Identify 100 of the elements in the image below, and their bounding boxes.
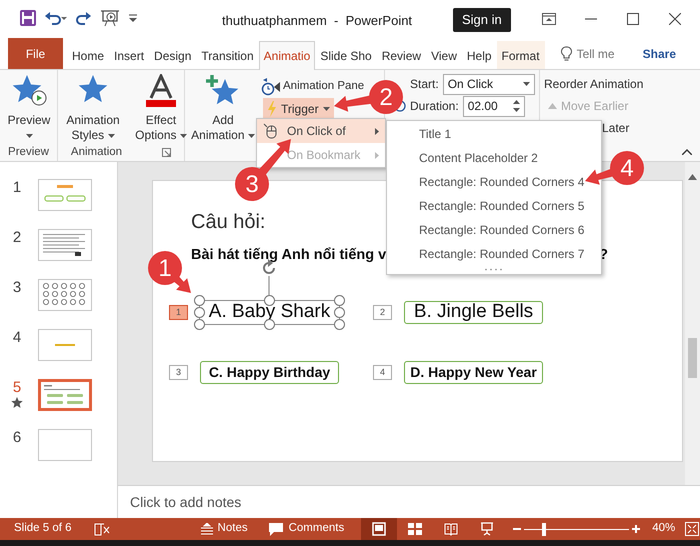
tell-me-search[interactable]: Tell me bbox=[554, 38, 621, 69]
comment-icon bbox=[268, 522, 284, 536]
redo-icon bbox=[76, 10, 92, 26]
mouse-icon bbox=[263, 123, 277, 139]
slide-thumbnail[interactable] bbox=[38, 379, 92, 411]
window-title: thuthuatphanmem - PowerPoint bbox=[222, 12, 412, 30]
lightning-icon bbox=[267, 101, 277, 117]
zoom-level[interactable]: 40% bbox=[652, 520, 676, 538]
animation-order-tag[interactable]: 1 bbox=[169, 304, 188, 320]
slide-number: 2 bbox=[12, 229, 22, 247]
menu-item[interactable]: Rectangle: Rounded Corners 5 bbox=[387, 194, 601, 218]
save-icon bbox=[20, 10, 36, 26]
undo-button[interactable] bbox=[44, 10, 68, 26]
animation-pane-icon bbox=[261, 78, 281, 96]
ribbon-tab[interactable]: Home bbox=[67, 41, 110, 69]
undo-icon bbox=[44, 10, 68, 26]
star-play-icon bbox=[11, 74, 47, 108]
group-label: Animation bbox=[70, 144, 122, 160]
answer-box[interactable]: A. Baby Shark bbox=[194, 294, 345, 330]
scrollbar-thumb[interactable] bbox=[688, 338, 697, 378]
slide-number: 4 bbox=[12, 329, 22, 347]
ribbon-tab[interactable]: View bbox=[426, 41, 462, 69]
menu-item[interactable]: On Click of bbox=[257, 119, 385, 143]
file-tab[interactable]: File bbox=[8, 38, 63, 69]
slide-number: 6 bbox=[12, 429, 22, 447]
share-button[interactable]: Share bbox=[636, 38, 682, 69]
start-dropdown[interactable]: On Click bbox=[442, 74, 535, 94]
animation-pane-button[interactable]: Animation Pane bbox=[259, 76, 366, 98]
submenu-arrow-icon bbox=[375, 152, 379, 158]
slide-counter: Slide 5 of 6 bbox=[14, 521, 72, 536]
presenter-view-button[interactable] bbox=[100, 9, 120, 27]
ribbon-tab[interactable]: Design bbox=[149, 41, 196, 69]
answer-box[interactable]: C. Happy Birthday bbox=[200, 360, 339, 384]
slide-thumbnail[interactable] bbox=[38, 229, 92, 261]
grid-icon bbox=[408, 522, 422, 536]
slide-thumbnail[interactable] bbox=[38, 179, 92, 211]
normal-view-icon bbox=[372, 522, 386, 536]
fit-to-window-icon[interactable] bbox=[685, 522, 700, 536]
slide-title: Câu hỏi: bbox=[191, 210, 266, 235]
collapse-ribbon-icon[interactable] bbox=[682, 149, 692, 155]
notes-placeholder[interactable]: Click to add notes bbox=[130, 494, 242, 510]
sign-in-button[interactable]: Sign in bbox=[453, 8, 511, 32]
duration-label: Duration: bbox=[410, 98, 459, 115]
group-label: Preview bbox=[8, 144, 49, 160]
answer-box[interactable]: B. Jingle Bells bbox=[404, 300, 543, 324]
ribbon-tab[interactable]: Insert bbox=[109, 41, 150, 69]
ribbon-tab[interactable]: Animatio bbox=[258, 41, 316, 70]
animation-order-tag[interactable]: 4 bbox=[373, 364, 392, 380]
ribbon-tab[interactable]: Help bbox=[462, 41, 497, 69]
ribbon-display-icon bbox=[542, 13, 556, 25]
question-text: Bài hát tiếng Anh nổi tiếng v bbox=[191, 246, 386, 265]
start-label: Start: bbox=[410, 76, 439, 93]
comments-button[interactable]: Comments bbox=[264, 518, 348, 540]
customize-toolbar-button[interactable] bbox=[128, 14, 138, 22]
spinner-arrows-icon bbox=[512, 99, 520, 113]
triangle-up-icon bbox=[548, 103, 557, 109]
slide-thumbnail[interactable] bbox=[38, 279, 92, 311]
book-icon bbox=[444, 522, 458, 536]
scroll-up-icon[interactable] bbox=[688, 174, 697, 180]
zoom-slider-thumb[interactable] bbox=[542, 522, 546, 536]
answer-box[interactable]: D. Happy New Year bbox=[404, 360, 543, 384]
slide-thumbnail[interactable] bbox=[38, 329, 92, 361]
caret-icon bbox=[322, 107, 330, 111]
animation-styles-button[interactable]: Animation Styles bbox=[58, 74, 128, 143]
text-color-icon bbox=[143, 74, 179, 108]
resize-grip-icon[interactable] bbox=[484, 268, 504, 271]
animation-order-tag[interactable]: 2 bbox=[373, 304, 392, 320]
notes-button[interactable]: Notes bbox=[198, 518, 251, 540]
menu-item[interactable]: Title 1 bbox=[387, 122, 601, 146]
minimize-icon bbox=[585, 18, 597, 20]
save-button[interactable] bbox=[20, 10, 36, 26]
lightbulb-icon bbox=[560, 46, 572, 62]
ribbon-tab[interactable]: Slide Sho bbox=[315, 41, 377, 69]
slide-number: 3 bbox=[12, 279, 22, 297]
caret-icon bbox=[522, 82, 530, 86]
caret-icon bbox=[26, 134, 32, 138]
menu-item[interactable]: Rectangle: Rounded Corners 6 bbox=[387, 218, 601, 242]
zoom-in-icon[interactable] bbox=[632, 525, 640, 533]
slide-number: 1 bbox=[12, 179, 22, 197]
ribbon-tab[interactable]: Transition bbox=[196, 41, 259, 69]
menu-item[interactable]: Rectangle: Rounded Corners 7 bbox=[387, 242, 601, 266]
ribbon-tab[interactable]: Review bbox=[376, 41, 426, 69]
caret-icon bbox=[180, 134, 187, 138]
dialog-launcher-icon[interactable] bbox=[162, 148, 172, 157]
move-later-button[interactable]: Later bbox=[598, 117, 634, 139]
ribbon-tab[interactable]: Format bbox=[496, 41, 545, 69]
close-icon bbox=[669, 13, 681, 25]
caret-icon bbox=[108, 134, 114, 138]
projector-screen-icon bbox=[480, 522, 494, 536]
preview-button[interactable]: Preview bbox=[0, 74, 58, 138]
redo-button[interactable] bbox=[76, 10, 92, 26]
submenu-arrow-icon bbox=[375, 128, 379, 134]
notes-icon bbox=[200, 523, 213, 535]
animation-order-tag[interactable]: 3 bbox=[169, 364, 188, 380]
normal-view-button[interactable] bbox=[361, 518, 398, 540]
slide-thumbnail[interactable] bbox=[38, 429, 92, 461]
slide-number: 5 bbox=[12, 379, 22, 397]
trigger-button[interactable]: Trigger bbox=[263, 98, 334, 120]
duration-spinner[interactable]: 02.00 bbox=[462, 96, 525, 116]
accessibility-check-icon[interactable] bbox=[94, 522, 110, 536]
